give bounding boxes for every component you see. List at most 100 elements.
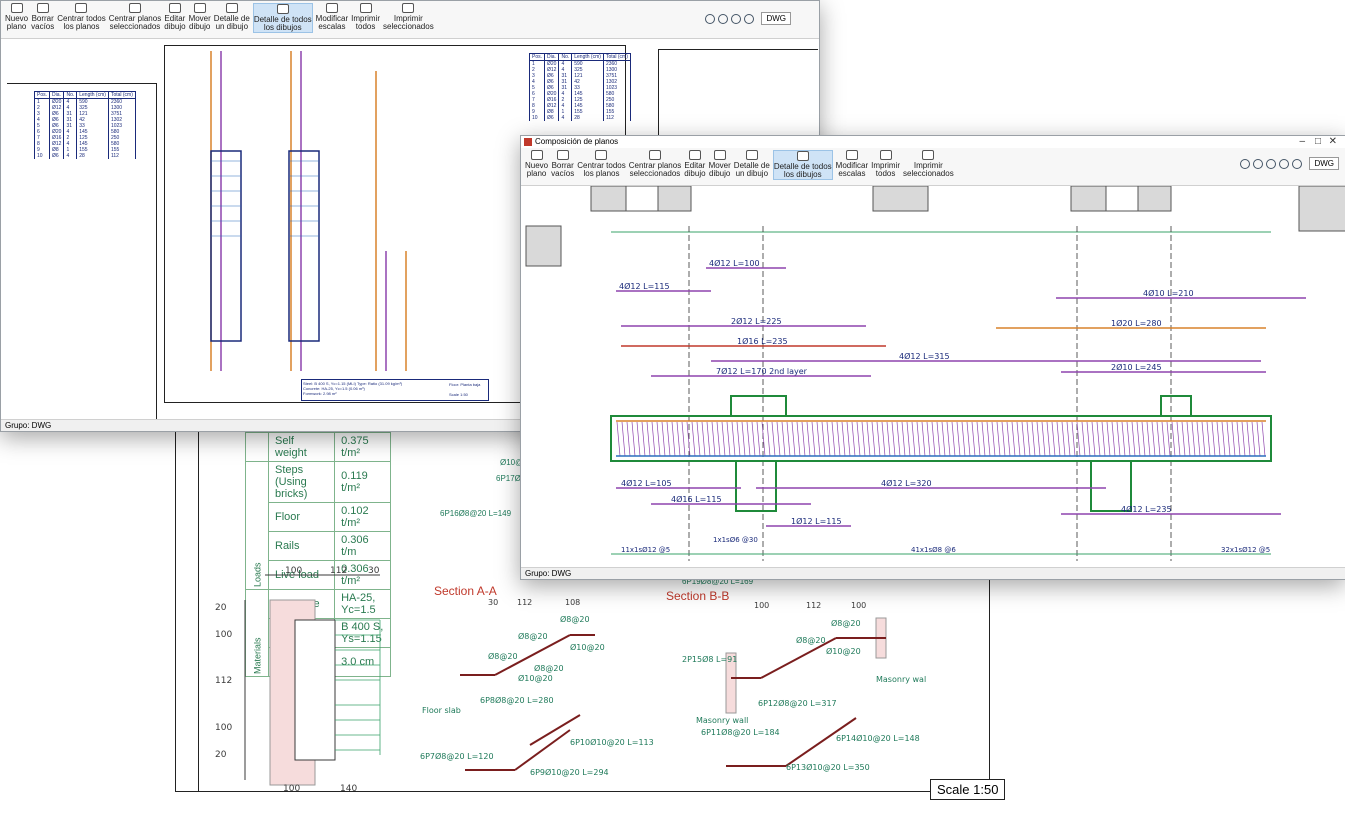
- back-toolbar-button-3[interactable]: Centrar planos seleccionados: [109, 3, 161, 31]
- toolbar-icon: [402, 3, 415, 13]
- stirrup-line: [711, 421, 716, 457]
- stirrup-line: [1091, 421, 1096, 457]
- stirrup-line: [976, 421, 981, 457]
- zoom-all-icon[interactable]: [1266, 158, 1277, 169]
- stirrup-line: [696, 421, 701, 457]
- toolbar-label-line2: vacíos: [551, 169, 575, 178]
- front-toolbar-button-3[interactable]: Centrar planos seleccionados: [629, 150, 681, 178]
- front-toolbar-button-5[interactable]: Mover dibujo: [709, 150, 731, 178]
- stirrup-line: [736, 421, 741, 457]
- back-dwg-dropdown[interactable]: DWG: [761, 12, 791, 25]
- toolbar-icon: [10, 3, 23, 13]
- stirrup-line: [1231, 421, 1236, 457]
- back-toolbar-button-7[interactable]: Detalle de todos los dibujos: [252, 3, 313, 33]
- stirrup-line: [681, 421, 686, 457]
- sec-b-dim-2: 112: [806, 601, 821, 610]
- stirrup-line: [851, 421, 856, 457]
- zoom-window-icon[interactable]: [1253, 158, 1264, 169]
- stirrup-line: [791, 421, 796, 457]
- zoom-all-icon[interactable]: [731, 13, 742, 24]
- rebar-label: 2P15Ø8 L=91: [682, 654, 737, 664]
- back-toolbar-button-4[interactable]: Editar dibujo: [164, 3, 186, 31]
- front-toolbar-button-10[interactable]: Imprimir seleccionados: [903, 150, 954, 178]
- front-dwg-dropdown[interactable]: DWG: [1309, 157, 1339, 170]
- stirrup-line: [726, 421, 731, 457]
- front-toolbar-button-4[interactable]: Editar dibujo: [684, 150, 706, 178]
- back-toolbar-button-9[interactable]: Imprimir todos: [351, 3, 380, 31]
- stirrup-line: [651, 421, 656, 457]
- zoom-icon[interactable]: [1240, 158, 1251, 169]
- stirrup-line: [756, 421, 761, 457]
- toolbar-label-line2: un dibujo: [215, 22, 249, 31]
- front-toolbar-button-8[interactable]: Modificar escalas: [836, 150, 868, 178]
- table-header-cell: No.: [63, 91, 78, 99]
- section-a-drawing: Ø8@20Ø8@20Ø10@20Ø8@20Ø8@20Ø10@20Floor sl…: [420, 598, 654, 777]
- rebar-label: Floor slab: [422, 706, 461, 715]
- toolbar-label-line2: los planos: [583, 169, 620, 178]
- back-toolbar-button-10[interactable]: Imprimir seleccionados: [383, 3, 434, 31]
- table-cell: Ø6: [543, 115, 560, 121]
- front-toolbar-button-7[interactable]: Detalle de todos los dibujos: [772, 150, 833, 180]
- back-toolbar-button-0[interactable]: Nuevo plano: [5, 3, 28, 31]
- pan-icon[interactable]: [744, 13, 755, 24]
- refresh-icon[interactable]: [1292, 158, 1303, 169]
- stirrup-line: [1026, 421, 1031, 457]
- partial-label-2: 6P17Ø: [496, 474, 521, 483]
- sec-a-dim-2: 112: [517, 598, 532, 607]
- front-toolbar-button-6[interactable]: Detalle de un dibujo: [734, 150, 770, 178]
- front-toolbar-button-2[interactable]: Centrar todos los planos: [577, 150, 626, 178]
- stirrup-line: [956, 421, 961, 457]
- front-toolbar-button-9[interactable]: Imprimir todos: [871, 150, 900, 178]
- stirrup-line: [1101, 421, 1106, 457]
- table-header-cell: Pos.: [528, 53, 546, 61]
- toolbar-label-line2: un dibujo: [735, 169, 769, 178]
- stirrup-line: [1106, 421, 1111, 457]
- maximize-button[interactable]: □: [1315, 136, 1321, 147]
- stirrup-line: [746, 421, 751, 457]
- toolbar-icon: [276, 4, 289, 14]
- stirrup-line: [1176, 421, 1181, 457]
- stirrup-line: [1141, 421, 1146, 457]
- loads-label-cell: Self weight: [267, 432, 336, 462]
- stirrup-line: [1246, 421, 1251, 457]
- plan-dim-left-4: 100: [215, 723, 232, 733]
- rebar-label: 6P7Ø8@20 L=120: [420, 751, 494, 761]
- front-toolbar-button-0[interactable]: Nuevo plano: [525, 150, 548, 178]
- pan-icon[interactable]: [1279, 158, 1290, 169]
- table-cell: Ø6: [48, 153, 65, 159]
- stirrup-line: [1156, 421, 1161, 457]
- toolbar-label-line2: plano: [526, 169, 547, 178]
- stirrup-line: [1146, 421, 1151, 457]
- stirrup-line: [986, 421, 991, 457]
- toolbar-label-line2: plano: [6, 22, 27, 31]
- minimize-button[interactable]: –: [1299, 136, 1305, 147]
- front-toolbar-button-1[interactable]: Borrar vacíos: [551, 150, 574, 178]
- rebar-label: 1Ø20 L=280: [1111, 318, 1162, 328]
- close-button[interactable]: ✕: [1329, 136, 1337, 147]
- sec-b-dim-1: 100: [754, 601, 769, 610]
- stirrup-line: [646, 421, 651, 457]
- stirrup-line: [861, 421, 866, 457]
- rebar-label: 6P13Ø10@20 L=350: [786, 762, 870, 772]
- zoom-window-icon[interactable]: [718, 13, 729, 24]
- back-toolbar-button-6[interactable]: Detalle de un dibujo: [214, 3, 250, 31]
- loads-value-cell: 0.306 t/m: [334, 531, 391, 561]
- back-toolbar-button-8[interactable]: Modificar escalas: [316, 3, 348, 31]
- rebar-label: 7Ø12 L=170 2nd layer: [716, 366, 808, 376]
- stirrup-line: [966, 421, 971, 457]
- toolbar-label-line2: dibujo: [164, 22, 186, 31]
- stirrup-line: [1011, 421, 1016, 457]
- table-cell: 112: [602, 115, 631, 121]
- stirrup-line: [781, 421, 786, 457]
- stirrup-line: [1166, 421, 1171, 457]
- back-toolbar-button-1[interactable]: Borrar vacíos: [31, 3, 54, 31]
- table-cell: 4: [558, 115, 573, 121]
- stirrup-line: [686, 421, 691, 457]
- back-toolbar-button-5[interactable]: Mover dibujo: [189, 3, 211, 31]
- toolbar-label-line2: los dibujos: [783, 170, 822, 179]
- table-header-cell: Dia.: [48, 91, 65, 99]
- stirrup-line: [916, 421, 921, 457]
- zoom-icon[interactable]: [705, 13, 716, 24]
- back-toolbar-button-2[interactable]: Centrar todos los planos: [57, 3, 106, 31]
- front-titlebar: Composición de planos: [521, 136, 1345, 148]
